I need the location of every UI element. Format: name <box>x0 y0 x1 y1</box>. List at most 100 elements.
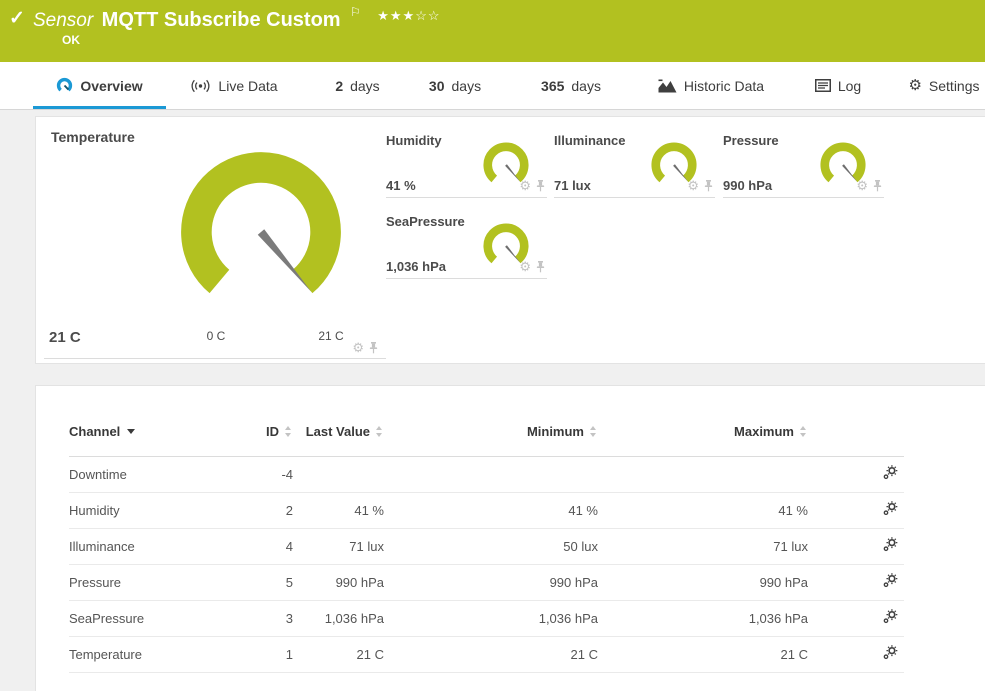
tab-365-days[interactable]: 365 days <box>525 62 617 109</box>
sort-arrows-icon <box>589 426 598 437</box>
channel-name[interactable]: Humidity <box>69 492 249 528</box>
gauge-settings-gear-icon[interactable]: ⚙ <box>519 260 531 273</box>
tab-overview[interactable]: Overview <box>33 62 166 109</box>
tab-30-days[interactable]: 30 days <box>415 62 495 109</box>
channel-name[interactable]: Pressure <box>69 564 249 600</box>
gauge-title: Temperature <box>51 129 135 145</box>
channels-panel: Channel ID Last Value Minimum Maximum Do… <box>35 385 985 691</box>
channel-minimum: 1,036 hPa <box>384 600 598 636</box>
gauge-card-humidity: Humidity 41 % ⚙ <box>386 127 547 198</box>
gauge-settings-gear-icon[interactable]: ⚙ <box>687 179 699 192</box>
object-kind-label: Sensor <box>33 10 93 31</box>
tab-overview-label: Overview <box>80 78 142 94</box>
tab-live-data[interactable]: Live Data <box>180 62 288 109</box>
gauge-card-illuminance: Illuminance 71 lux ⚙ <box>554 127 715 198</box>
channel-maximum <box>598 456 808 492</box>
gauge-settings-gear-icon[interactable]: ⚙ <box>352 341 364 354</box>
table-row: Humidity 2 41 % 41 % 41 % <box>69 492 904 528</box>
gauge-scale-min: 0 C <box>186 329 246 343</box>
channel-maximum: 71 lux <box>598 528 808 564</box>
channel-settings-gears-icon[interactable] <box>883 501 898 516</box>
channel-last-value: 990 hPa <box>293 564 384 600</box>
gear-icon: ⚙ <box>908 78 921 93</box>
column-header-minimum[interactable]: Minimum <box>384 408 598 456</box>
gauge-card-pressure: Pressure 990 hPa ⚙ <box>723 127 884 198</box>
channel-settings-cell <box>808 600 904 636</box>
channel-minimum: 21 C <box>384 636 598 672</box>
pin-icon[interactable] <box>873 180 882 192</box>
pin-icon[interactable] <box>369 342 378 354</box>
channel-minimum <box>384 456 598 492</box>
column-header-id[interactable]: ID <box>249 408 293 456</box>
channel-name[interactable]: Illuminance <box>69 528 249 564</box>
channel-last-value: 41 % <box>293 492 384 528</box>
column-header-maximum[interactable]: Maximum <box>598 408 808 456</box>
tab-log-label: Log <box>838 78 861 94</box>
channel-settings-gears-icon[interactable] <box>883 537 898 552</box>
gauge-value: 990 hPa <box>723 178 772 193</box>
tab-log[interactable]: Log <box>805 62 871 109</box>
channel-settings-gears-icon[interactable] <box>883 465 898 480</box>
gauge-title: Pressure <box>723 133 779 148</box>
channel-settings-cell <box>808 636 904 672</box>
pin-icon[interactable] <box>704 180 713 192</box>
tab-365-days-unit: days <box>571 78 601 94</box>
pin-icon[interactable] <box>536 180 545 192</box>
area-chart-icon <box>658 79 677 93</box>
gauge-card-seapressure: SeaPressure 1,036 hPa ⚙ <box>386 208 547 279</box>
tab-settings[interactable]: ⚙ Settings <box>903 62 985 109</box>
tab-settings-label: Settings <box>929 78 980 94</box>
sensor-name: MQTT Subscribe Custom <box>102 9 341 31</box>
channel-id: -4 <box>249 456 293 492</box>
tab-30-days-unit: days <box>452 78 482 94</box>
channel-name[interactable]: Downtime <box>69 456 249 492</box>
sensor-status-badge: OK <box>62 33 80 47</box>
tab-historic-data[interactable]: Historic Data <box>645 62 777 109</box>
sort-desc-caret-icon <box>127 429 135 434</box>
broadcast-icon <box>190 79 211 93</box>
sensor-header: ✓ Sensor MQTT Subscribe Custom ⚐ ★★★☆☆ O… <box>0 0 985 62</box>
channel-name[interactable]: SeaPressure <box>69 600 249 636</box>
channel-id: 3 <box>249 600 293 636</box>
gauge-settings-gear-icon[interactable]: ⚙ <box>856 179 868 192</box>
table-row: Downtime -4 <box>69 456 904 492</box>
channel-maximum: 1,036 hPa <box>598 600 808 636</box>
table-row: Illuminance 4 71 lux 50 lux 71 lux <box>69 528 904 564</box>
stars-empty[interactable]: ☆☆ <box>415 8 440 23</box>
channel-name[interactable]: Temperature <box>69 636 249 672</box>
channel-settings-gears-icon[interactable] <box>883 645 898 660</box>
table-row: Temperature 1 21 C 21 C 21 C <box>69 636 904 672</box>
column-header-last-value[interactable]: Last Value <box>293 408 384 456</box>
channel-last-value: 71 lux <box>293 528 384 564</box>
tab-bar: Overview Live Data 2 days 30 days 365 da… <box>0 62 985 110</box>
channel-maximum: 21 C <box>598 636 808 672</box>
channel-settings-gears-icon[interactable] <box>883 573 898 588</box>
table-header-row: Channel ID Last Value Minimum Maximum <box>69 408 904 456</box>
column-header-channel[interactable]: Channel <box>69 408 249 456</box>
channel-settings-cell <box>808 492 904 528</box>
gauge-value: 1,036 hPa <box>386 259 446 274</box>
log-list-icon <box>815 79 831 92</box>
sort-arrows-icon <box>284 426 293 437</box>
tab-2-days-unit: days <box>350 78 380 94</box>
channel-settings-cell <box>808 528 904 564</box>
stars-filled[interactable]: ★★★ <box>377 8 415 23</box>
priority-stars[interactable]: ★★★☆☆ <box>377 8 440 23</box>
pin-icon[interactable] <box>536 261 545 273</box>
status-ok-check-icon: ✓ <box>9 7 25 30</box>
channel-settings-gears-icon[interactable] <box>883 609 898 624</box>
channel-minimum: 990 hPa <box>384 564 598 600</box>
channel-id: 1 <box>249 636 293 672</box>
channel-maximum: 41 % <box>598 492 808 528</box>
channel-minimum: 50 lux <box>384 528 598 564</box>
channel-minimum: 41 % <box>384 492 598 528</box>
gauge-settings-gear-icon[interactable]: ⚙ <box>519 179 531 192</box>
gauge-card-temperature: Temperature 0 C 21 C 21 C ⚙ <box>44 117 386 359</box>
flag-icon[interactable]: ⚐ <box>350 5 361 19</box>
tab-30-days-number: 30 <box>429 78 445 94</box>
tab-live-data-label: Live Data <box>218 78 277 94</box>
tab-2-days[interactable]: 2 days <box>320 62 395 109</box>
channel-last-value <box>293 456 384 492</box>
column-header-actions <box>808 408 904 456</box>
channel-last-value: 1,036 hPa <box>293 600 384 636</box>
